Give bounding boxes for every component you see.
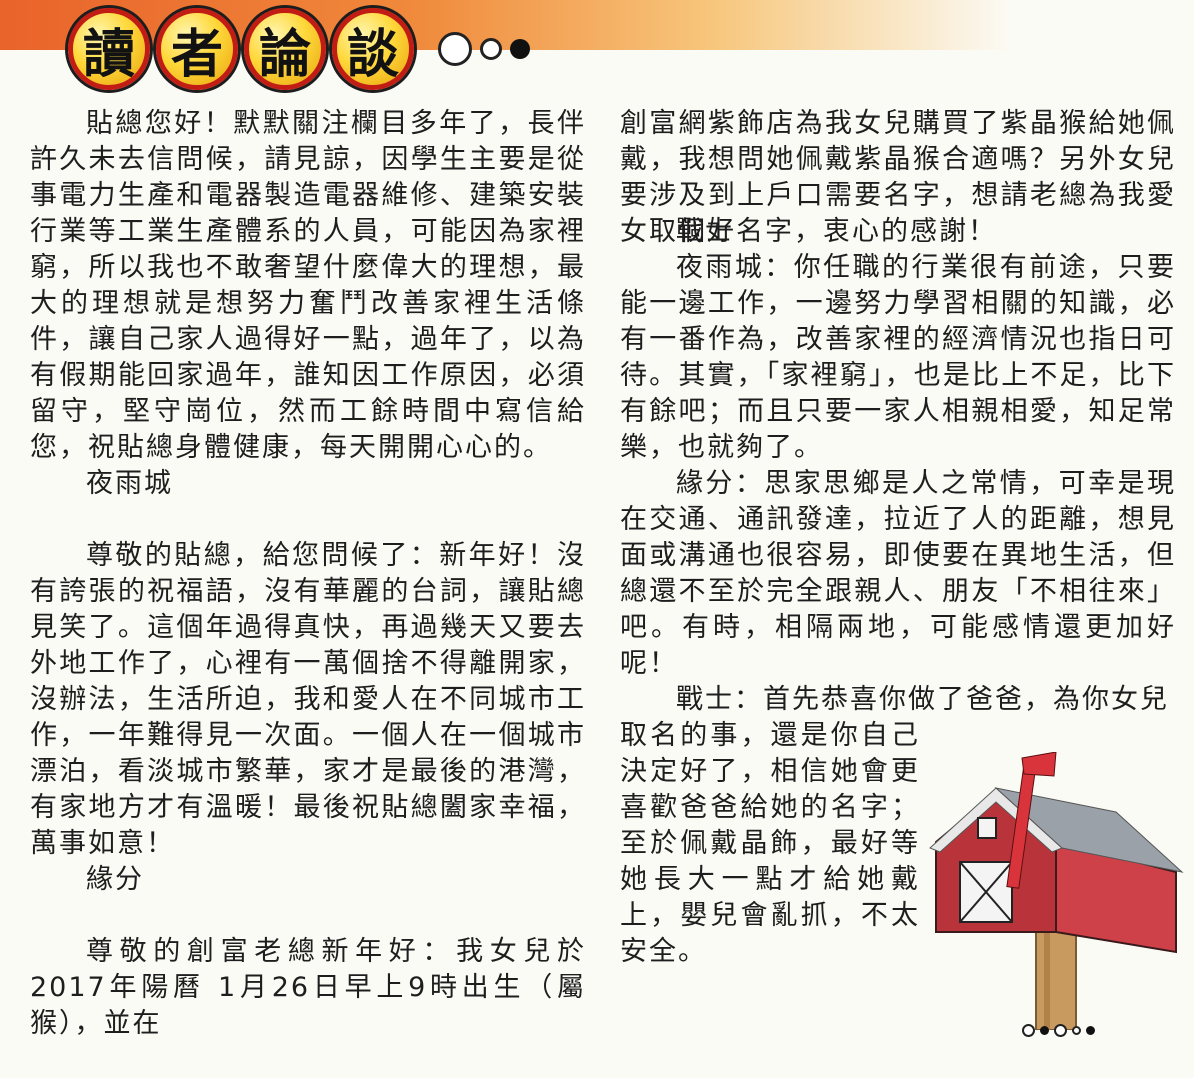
- bottom-dot-filled-icon: [1086, 1026, 1095, 1035]
- letter-3-start: 尊敬的創富老總新年好：我女兒於2017年陽曆 1月26日早上9時出生（屬猴），並…: [30, 934, 586, 1042]
- letter-1-body: 貼總您好！默默關注欄目多年了，長伴許久未去信問候，請見諒，因學生主要是從事電力生…: [30, 108, 586, 463]
- reply-1: 夜雨城：你任職的行業很有前途，只要能一邊工作，一邊努力學習相關的知識，必有一番作…: [620, 252, 1176, 463]
- title-char-1: 讀: [68, 8, 150, 90]
- bottom-dot-open-icon: [1022, 1024, 1035, 1037]
- bottom-decorative-dots: [1022, 1024, 1100, 1037]
- bottom-dot-filled-icon: [1040, 1026, 1049, 1035]
- letter-1: 貼總您好！默默關注欄目多年了，長伴許久未去信問候，請見諒，因學生主要是從事電力生…: [30, 106, 586, 502]
- reply-3-rest: 取名的事，還是你自己決定好了，相信她會更喜歡爸爸給她的名字；至於佩戴晶飾，最好等…: [620, 720, 920, 967]
- title-char-2: 者: [156, 8, 238, 90]
- decorative-dots: [438, 32, 538, 66]
- letter-3-body-start: 尊敬的創富老總新年好：我女兒於2017年陽曆 1月26日早上9時出生（屬猴），並…: [30, 936, 586, 1039]
- left-column: 貼總您好！默默關注欄目多年了，長伴許久未去信問候，請見諒，因學生主要是從事電力生…: [30, 106, 586, 1078]
- bottom-dot-open-icon: [1054, 1024, 1067, 1037]
- letter-2: 尊敬的貼總，給您問候了：新年好！沒有誇張的祝福語，沒有華麗的台詞，讓貼總見笑了。…: [30, 538, 586, 898]
- title-char-3: 論: [244, 8, 326, 90]
- letter-1-signature: 夜雨城: [86, 468, 173, 499]
- letter-2-body: 尊敬的貼總，給您問候了：新年好！沒有誇張的祝福語，沒有華麗的台詞，讓貼總見笑了。…: [30, 540, 586, 859]
- reply-3-first-line: 戰士：首先恭喜你做了爸爸，為你女兒: [676, 684, 1169, 715]
- letter-2-signature: 緣分: [86, 864, 144, 895]
- dot-medium-icon: [480, 38, 502, 60]
- dot-filled-icon: [510, 39, 530, 59]
- bottom-dot-small-icon: [1072, 1026, 1081, 1035]
- reply-2: 緣分：思家思鄉是人之常情，可幸是現在交通、通訊發達，拉近了人的距離，想見面或溝通…: [620, 468, 1176, 679]
- mailbox-illustration: [929, 752, 1184, 1030]
- dot-large-icon: [438, 32, 472, 66]
- title-char-4: 談: [332, 8, 414, 90]
- section-title: 讀 者 論 談: [68, 8, 538, 90]
